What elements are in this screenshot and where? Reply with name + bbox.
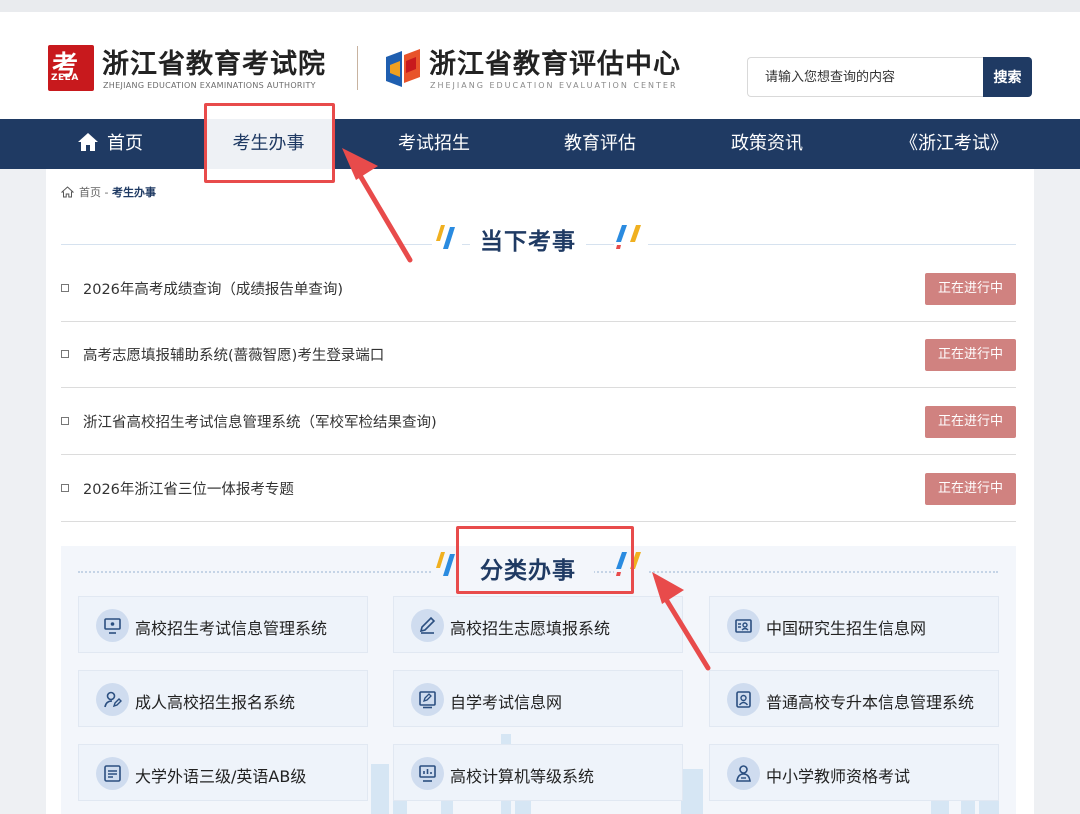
list-item[interactable]: 高考志愿填报辅助系统(蔷薇智愿)考生登录端口 正在进行中 (61, 322, 1016, 388)
service-card-label: 中国研究生招生信息网 (766, 619, 927, 638)
computer-chart-icon (411, 757, 444, 790)
service-card[interactable]: 普通高校专升本信息管理系统 (709, 670, 999, 727)
service-card-label: 大学外语三级/英语AB级 (135, 767, 307, 786)
list-item-title[interactable]: 2026年高考成绩查询（成绩报告单查询) (83, 278, 343, 299)
service-card-label: 自学考试信息网 (450, 693, 563, 712)
annotation-arrow-icon (652, 572, 711, 671)
org1-subtitle: ZHEJIANG EDUCATION EXAMINATIONS AUTHORIT… (103, 81, 316, 90)
nav-policy-news[interactable]: 政策资讯 (708, 119, 826, 169)
evaluation-center-logo[interactable] (384, 47, 422, 91)
service-card[interactable]: 中小学教师资格考试 (709, 744, 999, 801)
pen-icon (411, 609, 444, 642)
service-card[interactable]: 成人高校招生报名系统 (78, 670, 368, 727)
status-badge[interactable]: 正在进行中 (925, 406, 1016, 438)
logo-abbr: ZEEA (51, 73, 79, 83)
status-badge[interactable]: 正在进行中 (925, 273, 1016, 305)
current-affairs-title: 当下考事 (470, 222, 586, 256)
org1-name[interactable]: 浙江省教育考试院 (102, 42, 326, 81)
title-deco-left-icon (432, 222, 462, 252)
zeea-logo[interactable]: 考 ZEEA (48, 45, 94, 91)
portrait-icon (727, 683, 760, 716)
breadcrumb-current: 考生办事 (111, 186, 156, 199)
service-card-label: 成人高校招生报名系统 (135, 693, 296, 712)
nav-education-evaluation[interactable]: 教育评估 (541, 119, 659, 169)
service-card[interactable]: 高校计算机等级系统 (393, 744, 683, 801)
search-button[interactable]: 搜索 (983, 57, 1032, 97)
list-item[interactable]: 2026年浙江省三位一体报考专题 正在进行中 (61, 456, 1016, 522)
status-badge[interactable]: 正在进行中 (925, 473, 1016, 505)
main-nav: 首页 考生办事 考试招生 教育评估 政策资讯 《浙江考试》 (0, 119, 1080, 169)
teacher-icon (727, 757, 760, 790)
annotation-arrow-icon (342, 148, 413, 263)
title-deco-right-icon (614, 222, 648, 252)
nav-home[interactable]: 首页 (60, 119, 160, 169)
site-header: 考 ZEEA 浙江省教育考试院 ZHEJIANG EDUCATION EXAMI… (0, 12, 1080, 119)
breadcrumb: 首页 - 考生办事 (61, 184, 156, 200)
nav-zhejiang-exam[interactable]: 《浙江考试》 (884, 119, 1024, 169)
highlight-box-nav (204, 103, 335, 183)
breadcrumb-home[interactable]: 首页 (79, 186, 101, 199)
list-item-title[interactable]: 2026年浙江省三位一体报考专题 (83, 478, 294, 499)
list-item[interactable]: 浙江省高校招生考试信息管理系统（军校军检结果查询) 正在进行中 (61, 389, 1016, 455)
bullet-icon (61, 417, 69, 425)
edit-screen-icon (411, 683, 444, 716)
org2-name[interactable]: 浙江省教育评估中心 (429, 42, 681, 81)
home-icon (78, 133, 98, 151)
service-card[interactable]: 自学考试信息网 (393, 670, 683, 727)
list-item[interactable]: 2026年高考成绩查询（成绩报告单查询) 正在进行中 (61, 256, 1016, 322)
top-strip (0, 0, 1080, 12)
bullet-icon (61, 350, 69, 358)
highlight-box-services (456, 526, 634, 594)
list-item-title[interactable]: 浙江省高校招生考试信息管理系统（军校军检结果查询) (83, 411, 437, 432)
graduate-card-icon (727, 609, 760, 642)
search-input[interactable] (747, 57, 984, 97)
bullet-icon (61, 284, 69, 292)
org2-subtitle: ZHEJIANG EDUCATION EVALUATION CENTER (430, 81, 678, 90)
service-card[interactable]: 中国研究生招生信息网 (709, 596, 999, 653)
service-card-label: 高校招生考试信息管理系统 (135, 619, 328, 638)
nav-home-label: 首页 (107, 133, 143, 154)
service-card-label: 高校招生志愿填报系统 (450, 619, 611, 638)
status-badge[interactable]: 正在进行中 (925, 339, 1016, 371)
bullet-icon (61, 484, 69, 492)
document-icon (96, 757, 129, 790)
service-card-label: 中小学教师资格考试 (766, 767, 911, 786)
monitor-icon (96, 609, 129, 642)
service-card[interactable]: 高校招生志愿填报系统 (393, 596, 683, 653)
service-card[interactable]: 大学外语三级/英语AB级 (78, 744, 368, 801)
service-card[interactable]: 高校招生考试信息管理系统 (78, 596, 368, 653)
top-strip-left (40, 0, 44, 6)
service-card-label: 高校计算机等级系统 (450, 767, 595, 786)
user-edit-icon (96, 683, 129, 716)
header-divider (357, 46, 358, 90)
service-card-label: 普通高校专升本信息管理系统 (766, 693, 975, 712)
breadcrumb-sep: - (101, 186, 112, 199)
list-item-title[interactable]: 高考志愿填报辅助系统(蔷薇智愿)考生登录端口 (83, 344, 384, 365)
breadcrumb-home-icon (61, 186, 74, 198)
